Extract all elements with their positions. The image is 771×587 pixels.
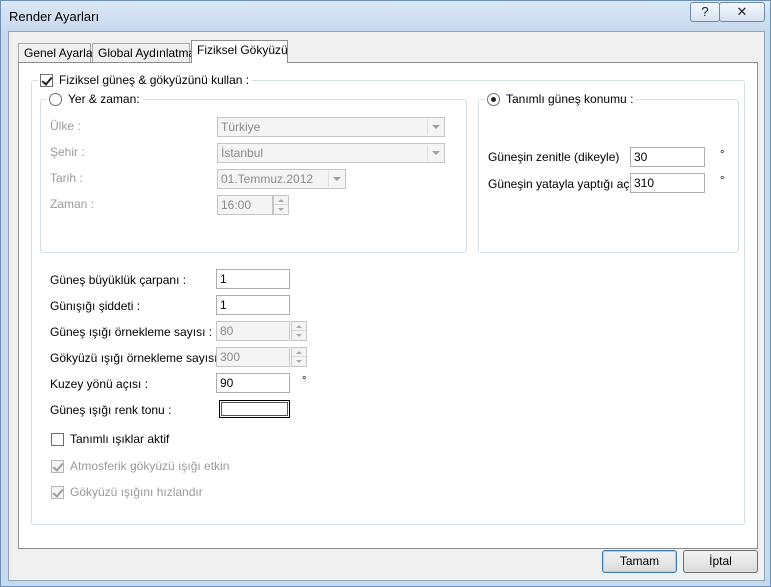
defined-lights-option[interactable]: Tanımlı ışıklar aktif [51, 432, 169, 446]
city-select[interactable]: İstanbul [217, 143, 445, 163]
spin-up-icon[interactable] [274, 196, 288, 205]
tab-general-settings[interactable]: Genel Ayarlar [18, 43, 97, 62]
use-sun-sky-checkbox[interactable] [40, 73, 53, 87]
tab-global-illumination[interactable]: Global Aydınlatma [92, 43, 195, 62]
date-label: Tarih : [50, 171, 83, 185]
north-angle-label: Kuzey yönü açısı : [50, 377, 149, 391]
spin-up-icon[interactable] [292, 322, 306, 331]
defined-sun-radio[interactable] [487, 92, 500, 106]
render-settings-window: Render Ayarları ? ✕ Genel Ayarlar Global… [0, 0, 771, 587]
close-icon: ✕ [736, 4, 748, 19]
sun-color-swatch[interactable] [219, 400, 290, 418]
atmospheric-option[interactable]: Atmosferik gökyüzü ışığı etkin [51, 459, 229, 473]
cancel-button[interactable]: İptal [683, 550, 758, 573]
sky-samples-input[interactable]: 300 [216, 347, 290, 367]
defined-sun-option[interactable]: Tanımlı güneş konumu : [485, 92, 637, 106]
place-time-option[interactable]: Yer & zaman: [47, 92, 143, 106]
physical-sky-panel: Fiziksel güneş & gökyüzünü kullan : Yer … [18, 62, 758, 549]
atmospheric-checkbox[interactable] [51, 459, 64, 473]
zenith-input[interactable]: 30 [630, 147, 705, 167]
daylight-intensity-input[interactable]: 1 [216, 295, 290, 315]
sun-size-label: Güneş büyüklük çarpanı : [50, 273, 187, 287]
defined-lights-checkbox[interactable] [51, 432, 64, 446]
zenith-label: Güneşin zenitle (dikeyle) [488, 150, 620, 164]
date-value: 01.Temmuz.2012 [221, 172, 314, 186]
spin-down-icon[interactable] [292, 331, 306, 340]
sun-samples-input[interactable]: 80 [216, 321, 290, 341]
sun-size-input[interactable]: 1 [216, 269, 290, 289]
daylight-intensity-label: Günışığı şiddeti : [50, 299, 141, 313]
azimuth-input[interactable]: 310 [630, 173, 705, 193]
azimuth-degree-unit: ° [720, 175, 725, 187]
help-icon: ? [701, 4, 709, 19]
accelerate-label: Gökyüzü ışığını hızlandır [70, 485, 203, 499]
sun-samples-spinner[interactable] [291, 321, 307, 341]
sky-samples-label: Gökyüzü ışığı örnekleme sayısı : [50, 351, 225, 365]
azimuth-label: Güneşin yatayla yaptığı açı [488, 177, 633, 191]
place-time-radio[interactable] [49, 92, 62, 106]
defined-lights-label: Tanımlı ışıklar aktif [70, 432, 170, 446]
use-sun-sky-option[interactable]: Fiziksel güneş & gökyüzünü kullan : [38, 73, 253, 87]
city-label: Şehir : [50, 145, 85, 159]
help-button[interactable]: ? [690, 2, 720, 22]
place-time-label: Yer & zaman: [68, 92, 140, 106]
sun-color-label: Güneş ışığı renk tonu : [50, 403, 172, 417]
atmospheric-label: Atmosferik gökyüzü ışığı etkin [70, 459, 230, 473]
close-button[interactable]: ✕ [719, 2, 765, 22]
spin-up-icon[interactable] [292, 348, 306, 357]
zenith-degree-unit: ° [720, 149, 725, 161]
accelerate-option[interactable]: Gökyüzü ışığını hızlandır [51, 485, 203, 499]
country-label: Ülke : [50, 119, 81, 133]
ok-button[interactable]: Tamam [602, 550, 677, 573]
chevron-down-icon [427, 145, 443, 161]
sun-samples-label: Güneş ışığı örnekleme sayısı : [50, 325, 213, 339]
country-value: Türkiye [221, 120, 261, 134]
title-bar[interactable]: Render Ayarları ? ✕ [1, 1, 770, 31]
time-spinner[interactable] [273, 195, 289, 215]
north-angle-degree-unit: ° [302, 375, 307, 387]
country-select[interactable]: Türkiye [217, 117, 445, 137]
sky-samples-spinner[interactable] [291, 347, 307, 367]
north-angle-input[interactable]: 90 [216, 373, 290, 393]
city-value: İstanbul [221, 146, 264, 160]
use-sun-sky-label: Fiziksel güneş & gökyüzünü kullan : [59, 73, 250, 87]
defined-sun-label: Tanımlı güneş konumu : [506, 92, 634, 106]
window-title: Render Ayarları [9, 9, 100, 24]
accelerate-checkbox[interactable] [51, 485, 64, 499]
chevron-down-icon [328, 171, 344, 187]
time-input[interactable]: 16:00 [217, 195, 273, 215]
chevron-down-icon [427, 119, 443, 135]
time-label: Zaman : [50, 197, 95, 211]
dialog-client-area: Genel Ayarlar Global Aydınlatma Fiziksel… [8, 31, 765, 581]
tab-physical-sky[interactable]: Fiziksel Gökyüzü [191, 40, 288, 63]
spin-down-icon[interactable] [292, 357, 306, 366]
spin-down-icon[interactable] [274, 205, 288, 214]
date-picker[interactable]: 01.Temmuz.2012 [217, 169, 346, 189]
